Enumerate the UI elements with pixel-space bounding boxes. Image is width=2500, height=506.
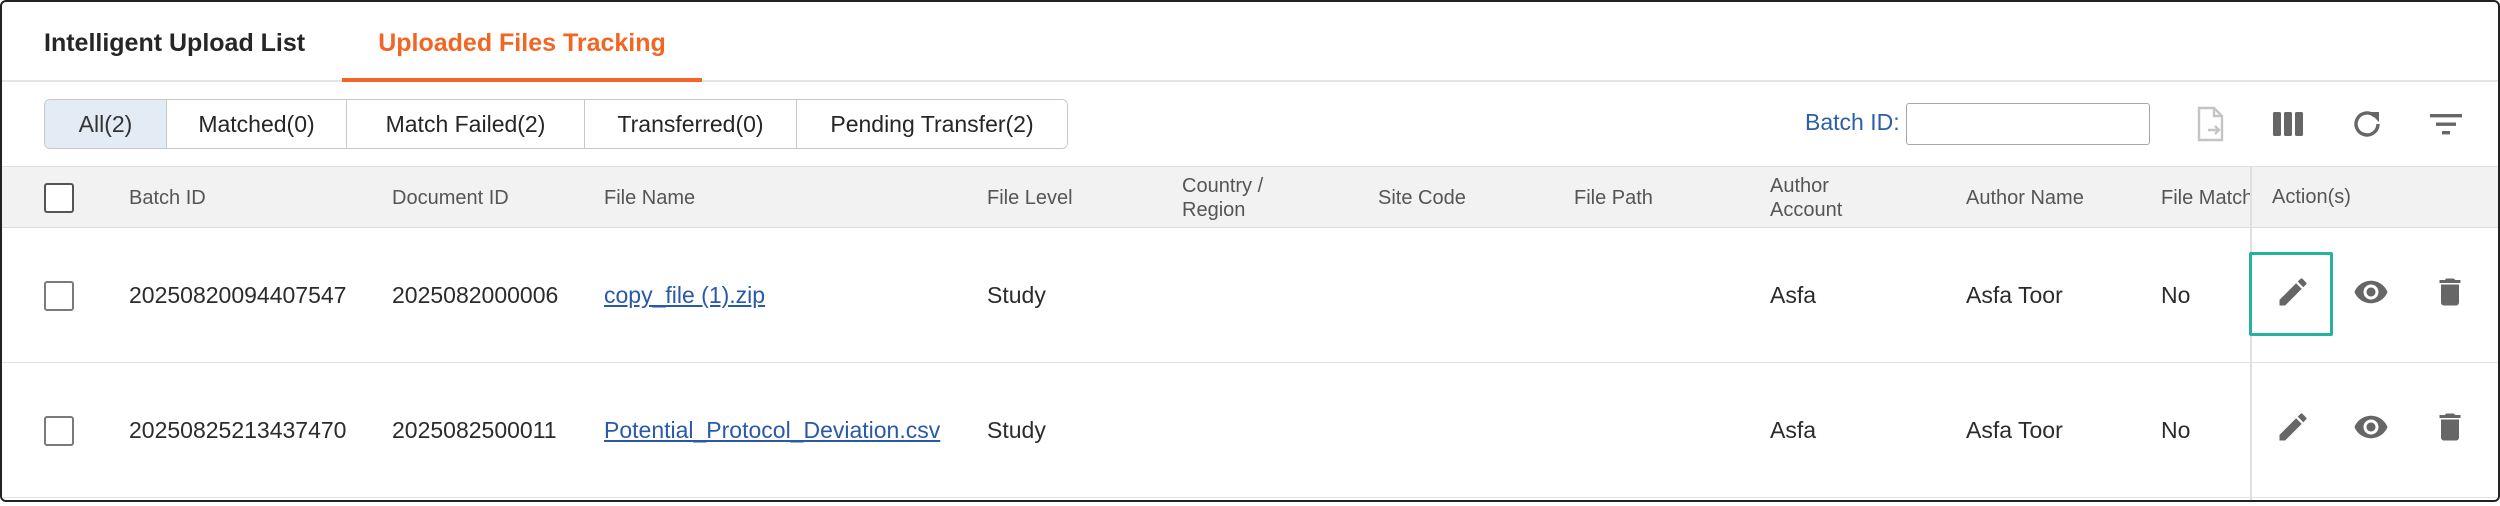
cell-batch-id: 20250820094407547: [129, 282, 347, 308]
table-row: 20250825213437470 2025082500011 Potentia…: [2, 363, 2498, 498]
cell-file-level: Study: [987, 417, 1046, 443]
col-country-region[interactable]: Country / Region: [1182, 167, 1292, 229]
filter-matched[interactable]: Matched(0): [167, 100, 347, 148]
col-file-name[interactable]: File Name: [604, 167, 695, 229]
batch-id-label: Batch ID:: [1805, 109, 1900, 135]
col-batch-id[interactable]: Batch ID: [129, 167, 206, 229]
col-document-id[interactable]: Document ID: [392, 167, 509, 229]
cell-file-match: No: [2161, 282, 2191, 308]
col-file-path[interactable]: File Path: [1574, 167, 1653, 229]
col-author-account[interactable]: Author Account: [1770, 167, 1870, 229]
cell-file-match: No: [2161, 417, 2191, 443]
cell-file-name: copy_file (1).zip: [604, 228, 765, 363]
view-eye-icon[interactable]: [2349, 270, 2393, 314]
edit-focus-highlight: [2249, 252, 2333, 336]
export-file-icon[interactable]: [2190, 104, 2230, 144]
row-select-cell: [44, 363, 74, 498]
select-all-cell: [44, 167, 74, 229]
cell-document-id: 2025082000006: [392, 282, 559, 308]
row-select-cell: [44, 228, 74, 363]
toolbar: All(2) Matched(0) Match Failed(2) Transf…: [2, 82, 2498, 166]
view-eye-icon[interactable]: [2349, 405, 2393, 449]
filter-match-failed[interactable]: Match Failed(2): [347, 100, 585, 148]
cell-file-level: Study: [987, 282, 1046, 308]
cell-document-id: 2025082500011: [392, 417, 557, 443]
tab-intelligent-upload-list[interactable]: Intelligent Upload List: [44, 2, 305, 82]
delete-trash-icon[interactable]: [2428, 405, 2472, 449]
tab-uploaded-files-tracking[interactable]: Uploaded Files Tracking: [342, 2, 702, 82]
cell-file-name: Potential_Protocol_Deviation.csv: [604, 363, 940, 498]
col-actions: Action(s): [2272, 186, 2351, 208]
cell-author-name: Asfa Toor: [1966, 282, 2063, 308]
cell-batch-id: 20250825213437470: [129, 417, 347, 443]
tab-bar: Intelligent Upload List Uploaded Files T…: [2, 2, 2498, 82]
select-all-checkbox[interactable]: [44, 183, 74, 213]
col-author-name[interactable]: Author Name: [1966, 167, 2084, 229]
columns-icon[interactable]: [2268, 104, 2308, 144]
cell-author-name: Asfa Toor: [1966, 417, 2063, 443]
filter-pending-transfer[interactable]: Pending Transfer(2): [797, 100, 1067, 148]
refresh-icon[interactable]: [2347, 104, 2387, 144]
delete-trash-icon[interactable]: [2428, 270, 2472, 314]
table-header: Batch ID Document ID File Name File Leve…: [2, 166, 2498, 228]
filter-all[interactable]: All(2): [45, 100, 167, 148]
col-file-level[interactable]: File Level: [987, 167, 1073, 229]
file-name-link[interactable]: Potential_Protocol_Deviation.csv: [604, 417, 940, 444]
cell-author-account: Asfa: [1770, 417, 1817, 443]
cell-author-account: Asfa: [1770, 282, 1817, 308]
edit-icon[interactable]: [2271, 405, 2315, 449]
table-row: 20250820094407547 2025082000006 copy_fil…: [2, 228, 2498, 363]
batch-id-input[interactable]: [1906, 103, 2150, 145]
row-checkbox[interactable]: [44, 280, 74, 311]
row-checkbox[interactable]: [44, 415, 74, 446]
app-frame: Intelligent Upload List Uploaded Files T…: [0, 0, 2500, 502]
status-filter-group: All(2) Matched(0) Match Failed(2) Transf…: [44, 99, 1068, 149]
col-site-code[interactable]: Site Code: [1378, 167, 1466, 229]
col-file-match[interactable]: File Match: [2161, 167, 2251, 229]
filter-icon[interactable]: [2426, 104, 2466, 144]
filter-transferred[interactable]: Transferred(0): [585, 100, 797, 148]
file-name-link[interactable]: copy_file (1).zip: [604, 282, 765, 309]
